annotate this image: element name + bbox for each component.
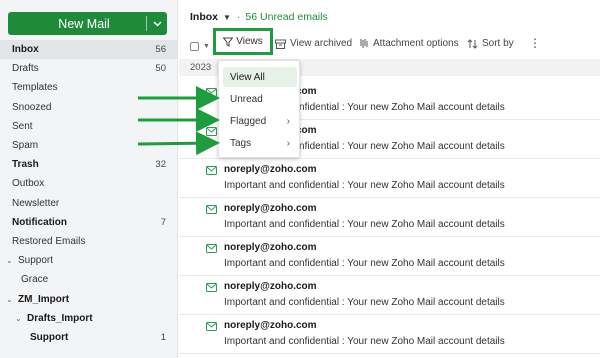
sidebar-folder[interactable]: Newsletter [0,194,178,213]
envelope-icon [206,205,217,214]
views-menu-item-label: Flagged [230,115,267,127]
sort-by-label: Sort by [482,38,514,49]
mail-subject: Important and confidential : Your new Zo… [224,297,505,308]
current-folder-title[interactable]: Inbox [190,11,218,23]
folder-count: 56 [155,44,166,56]
envelope-icon [206,166,217,175]
folder-name: Trash [12,159,39,171]
folder-name: Newsletter [12,197,60,209]
chevron-down-icon[interactable]: ⌄ [6,295,16,304]
sidebar-folder[interactable]: Drafts 50 [0,59,178,78]
view-archived-button[interactable]: View archived [275,38,352,49]
folder-list: Inbox 56 Drafts 50 Templates Snoozed Sent Spam T… [0,40,178,347]
folder-name: ZM_Import [18,293,70,305]
sidebar: New Mail Inbox 56 Drafts 50 Templates Snoozed… [0,0,178,358]
attachment-options-label: Attachment options [373,38,459,49]
sidebar-folder[interactable]: Grace [0,270,178,289]
mail-sender: noreply@zoho.com [224,320,317,331]
archive-icon [275,39,286,49]
views-button[interactable]: Views [213,28,273,55]
folder-name: Drafts [12,63,39,75]
view-archived-label: View archived [290,38,353,49]
folder-name: Support [18,255,54,267]
sidebar-folder[interactable]: Spam [0,136,178,155]
views-menu-item[interactable]: Flagged › [223,111,297,131]
more-options-icon[interactable]: ⋮ [529,36,541,50]
envelope-icon [206,322,217,331]
folder-name: Restored Emails [12,235,86,247]
views-menu-item-label: View All [230,71,265,83]
folder-header: Inbox ▼ · 56 Unread emails [190,11,328,23]
views-menu-item[interactable]: Unread [223,89,297,109]
mail-sender: noreply@zoho.com [224,242,317,253]
select-all-checkbox[interactable] [190,41,199,51]
mail-sender: noreply@zoho.com [224,164,317,175]
views-dropdown-menu: View All Unread Flagged › Tags › [218,60,300,158]
unread-count-link[interactable]: 56 Unread emails [245,11,327,23]
sidebar-folder[interactable]: Restored Emails [0,232,178,251]
sidebar-folder[interactable]: Notification 7 [0,213,178,232]
views-menu-item[interactable]: Tags › [223,133,297,153]
views-menu-item-label: Tags [230,137,252,149]
chevron-down-icon[interactable]: ⌄ [6,256,16,265]
views-label: Views [236,36,263,47]
mail-row[interactable]: noreply@zoho.com Important and confidenti… [179,315,600,354]
sidebar-folder[interactable]: Support 1 [0,328,178,347]
sort-by-button[interactable]: Sort by [467,38,514,49]
folder-count: 32 [155,159,166,171]
mail-list-pane: Inbox ▼ · 56 Unread emails ▼ Views View … [179,0,600,358]
sidebar-folder[interactable]: Snoozed [0,98,178,117]
chevron-down-icon[interactable]: ▼ [223,13,231,22]
sort-icon [467,38,478,49]
views-menu-item-label: Unread [230,93,263,105]
folder-name: Drafts_Import [27,312,93,324]
attachment-icon [360,39,368,48]
sidebar-folder[interactable]: Outbox [0,174,178,193]
chevron-right-icon: › [286,137,290,149]
folder-name: Notification [12,216,67,228]
chevron-down-icon[interactable]: ▼ [203,43,210,50]
sidebar-folder[interactable]: ⌄ ZM_Import [0,289,178,308]
mail-row[interactable]: noreply@zoho.com Important and confidenti… [179,159,600,198]
new-mail-button[interactable]: New Mail [8,12,167,35]
sidebar-folder[interactable]: Trash 32 [0,155,178,174]
mail-subject: Important and confidential : Your new Zo… [224,219,505,230]
mail-row[interactable]: noreply@zoho.com Important and confidenti… [179,198,600,237]
folder-name: Templates [12,82,58,94]
envelope-icon [206,244,217,253]
views-menu-item[interactable]: View All [223,67,297,87]
sidebar-folder[interactable]: Templates [0,78,178,97]
sidebar-folder[interactable]: Sent [0,117,178,136]
envelope-icon [206,88,217,97]
folder-count: 50 [155,63,166,75]
mail-row[interactable]: noreply@zoho.com Important and confidenti… [179,276,600,315]
folder-name: Inbox [12,44,39,56]
envelope-icon [206,127,217,136]
folder-name: Support [30,331,69,343]
chevron-down-icon[interactable] [147,20,167,27]
folder-name: Snoozed [12,101,52,113]
sidebar-folder[interactable]: ⌄ Support [0,251,178,270]
folder-count: 7 [160,216,166,228]
folder-name: Grace [21,274,49,286]
new-mail-label: New Mail [58,16,110,31]
folder-name: Spam [12,140,39,152]
folder-count: 1 [160,331,166,343]
mail-sender: noreply@zoho.com [224,203,317,214]
mail-sender: noreply@zoho.com [224,281,317,292]
folder-name: Sent [12,120,33,132]
mail-subject: Important and confidential : Your new Zo… [224,258,505,269]
mail-subject: Important and confidential : Your new Zo… [224,336,505,347]
sidebar-folder[interactable]: Inbox 56 [0,40,178,60]
attachment-options-button[interactable]: Attachment options [359,38,459,49]
sidebar-folder[interactable]: ⌄ Drafts_Import [0,309,178,328]
folder-name: Outbox [12,178,45,190]
mail-subject: Important and confidential : Your new Zo… [224,180,505,191]
filter-icon [223,37,234,47]
chevron-right-icon: › [286,115,290,127]
mail-row[interactable]: noreply@zoho.com Important and confidenti… [179,237,600,276]
envelope-icon [206,283,217,292]
chevron-down-icon[interactable]: ⌄ [15,314,25,323]
toolbar: ▼ Views View archived Attachment options… [179,28,600,55]
